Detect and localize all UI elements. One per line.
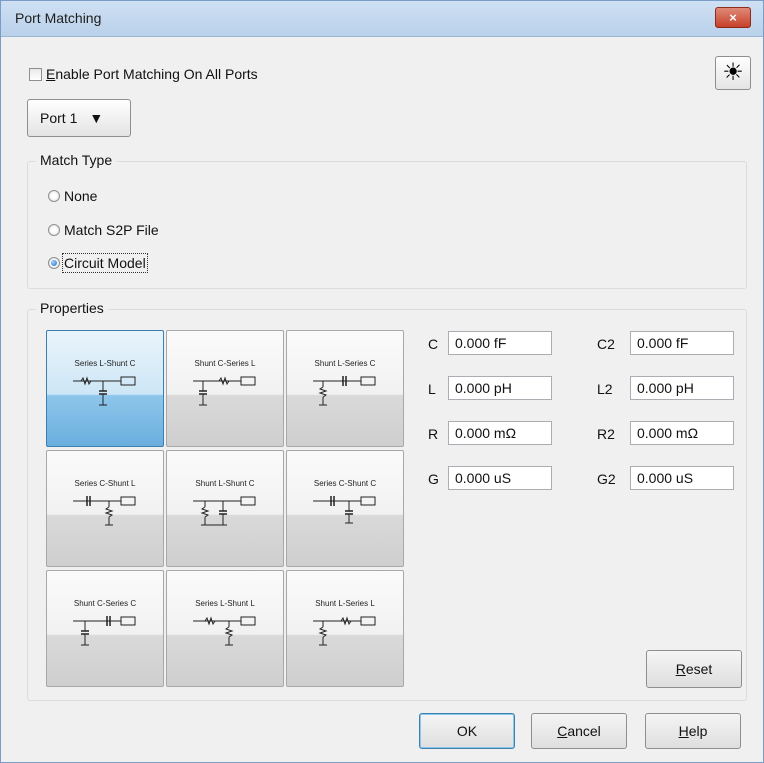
- g-label: G: [428, 471, 439, 487]
- cancel-button[interactable]: Cancel: [531, 713, 627, 749]
- enable-port-matching-row[interactable]: Enable Port Matching On All Ports: [29, 65, 258, 83]
- r-field[interactable]: 0.000 mΩ: [448, 421, 552, 445]
- r-label: R: [428, 426, 439, 442]
- c-field[interactable]: 0.000 fF: [448, 331, 552, 355]
- l-label: L: [428, 381, 436, 397]
- c-label: C: [428, 336, 439, 352]
- radio-match-s2p-label: Match S2P File: [64, 222, 159, 238]
- topology-shunt-l-series-l[interactable]: Shunt L-Series L: [286, 570, 404, 687]
- g-field[interactable]: 0.000 uS: [448, 466, 552, 490]
- circuit-schematic-icon: [313, 376, 376, 406]
- topology-shunt-l-shunt-c[interactable]: Shunt L-Shunt C: [166, 450, 284, 567]
- radio-none-label: None: [64, 188, 98, 204]
- match-type-group: Match Type None Match S2P File Circuit M…: [27, 152, 747, 289]
- enable-port-matching-label: Enable Port Matching On All Ports: [46, 66, 258, 82]
- properties-title: Properties: [36, 300, 108, 316]
- topology-label: Series L-Shunt L: [195, 599, 255, 608]
- topology-label: Series L-Shunt C: [74, 359, 136, 368]
- topology-label: Series C-Shunt C: [313, 479, 377, 488]
- radio-circuit-model-label: Circuit Model: [62, 253, 148, 273]
- properties-group: Properties Series L-Shunt C Shunt C-Seri…: [27, 300, 747, 701]
- close-icon: ×: [729, 10, 737, 25]
- enable-port-matching-checkbox[interactable]: [29, 67, 42, 81]
- radio-match-s2p-button[interactable]: [48, 224, 60, 236]
- circuit-schematic-icon: [73, 376, 136, 406]
- c2-label: C2: [597, 336, 615, 352]
- g2-field[interactable]: 0.000 uS: [630, 466, 734, 490]
- r2-label: R2: [597, 426, 615, 442]
- radio-none[interactable]: None: [48, 188, 97, 204]
- port-select-dropdown[interactable]: Port 1 ▼: [27, 99, 131, 137]
- sun-icon: ☀: [722, 59, 744, 86]
- radio-circuit-model[interactable]: Circuit Model: [48, 253, 148, 273]
- topology-series-l-shunt-l[interactable]: Series L-Shunt L: [166, 570, 284, 687]
- g2-label: G2: [597, 471, 616, 487]
- l2-field[interactable]: 0.000 pH: [630, 376, 734, 400]
- circuit-schematic-icon: [193, 496, 256, 526]
- topology-label: Shunt L-Series L: [315, 599, 375, 608]
- radio-none-button[interactable]: [48, 190, 60, 202]
- r2-field[interactable]: 0.000 mΩ: [630, 421, 734, 445]
- l-field[interactable]: 0.000 pH: [448, 376, 552, 400]
- radio-match-s2p-file[interactable]: Match S2P File: [48, 222, 159, 238]
- topology-shunt-c-series-l[interactable]: Shunt C-Series L: [166, 330, 284, 447]
- display-settings-button[interactable]: ☀: [715, 56, 751, 90]
- circuit-schematic-icon: [193, 616, 256, 646]
- close-button[interactable]: ×: [715, 7, 751, 28]
- circuit-schematic-icon: [193, 376, 256, 406]
- circuit-schematic-icon: [73, 496, 136, 526]
- topology-shunt-c-series-c[interactable]: Shunt C-Series C: [46, 570, 164, 687]
- dialog-title: Port Matching: [15, 10, 102, 26]
- topology-label: Shunt C-Series L: [194, 359, 256, 368]
- topology-label: Shunt L-Series C: [314, 359, 376, 368]
- topology-shunt-l-series-c[interactable]: Shunt L-Series C: [286, 330, 404, 447]
- port-matching-dialog: Port Matching × Enable Port Matching On …: [0, 0, 764, 763]
- topology-series-l-shunt-c[interactable]: Series L-Shunt C: [46, 330, 164, 447]
- ok-button[interactable]: OK: [419, 713, 515, 749]
- help-button[interactable]: Help: [645, 713, 741, 749]
- circuit-schematic-icon: [313, 616, 376, 646]
- topology-label: Shunt L-Shunt C: [195, 479, 255, 488]
- topology-series-c-shunt-l[interactable]: Series C-Shunt L: [46, 450, 164, 567]
- circuit-schematic-icon: [73, 616, 136, 646]
- dropdown-arrow-icon: ▼: [89, 110, 104, 126]
- topology-label: Series C-Shunt L: [74, 479, 136, 488]
- radio-circuit-model-button[interactable]: [48, 257, 60, 269]
- port-select-label: Port 1: [40, 110, 78, 126]
- match-type-title: Match Type: [36, 152, 117, 168]
- topology-label: Shunt C-Series C: [73, 599, 137, 608]
- topology-series-c-shunt-c[interactable]: Series C-Shunt C: [286, 450, 404, 567]
- title-bar[interactable]: Port Matching ×: [1, 1, 763, 37]
- circuit-schematic-icon: [313, 496, 376, 524]
- l2-label: L2: [597, 381, 613, 397]
- c2-field[interactable]: 0.000 fF: [630, 331, 734, 355]
- reset-button[interactable]: Reset: [646, 650, 742, 688]
